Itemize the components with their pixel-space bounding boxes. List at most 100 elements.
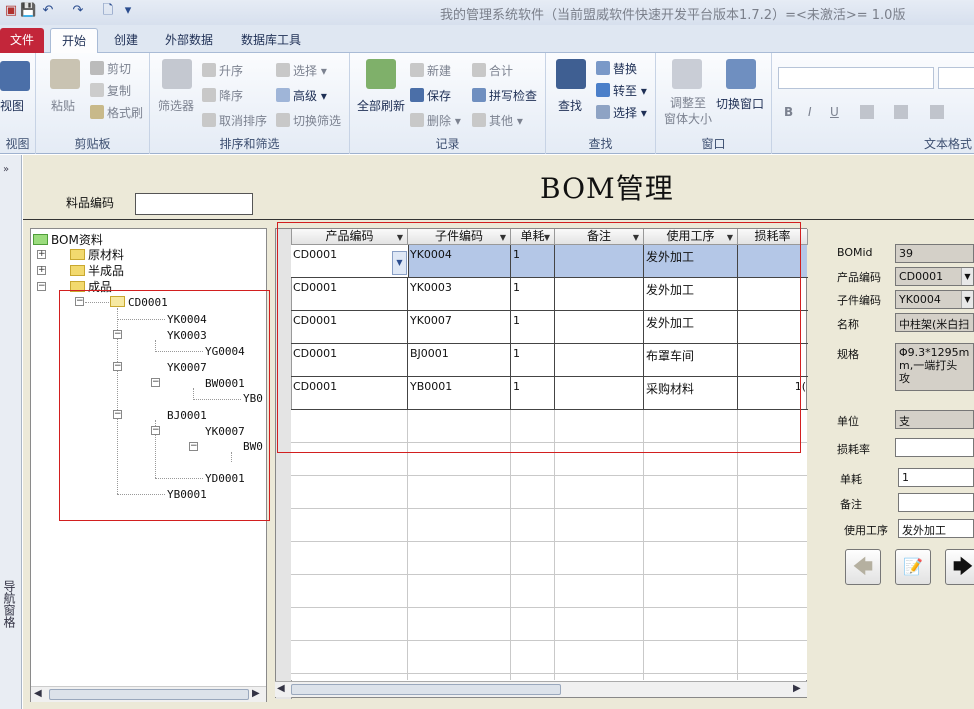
tree-node[interactable]: BW0 [243, 440, 263, 453]
collapse-icon[interactable]: − [151, 378, 160, 387]
tree-node[interactable]: BW0001 [205, 377, 245, 390]
find-button[interactable]: 查找 [558, 97, 582, 114]
view-icon[interactable] [0, 61, 30, 91]
refresh-all-button[interactable]: 全部刷新 [357, 97, 405, 114]
next-record-button[interactable]: 🡆 [945, 549, 974, 585]
more-button[interactable]: 其他 ▾ [472, 112, 523, 129]
delete-record-button[interactable]: 删除 ▾ [410, 112, 461, 129]
selection-button[interactable]: 选择 ▾ [276, 62, 327, 79]
fit-window-button[interactable]: 调整至 窗体大小 [664, 95, 712, 127]
collapse-icon[interactable]: − [113, 410, 122, 419]
collapse-icon[interactable]: − [113, 362, 122, 371]
tab-create[interactable]: 创建 [104, 28, 148, 53]
tab-file[interactable]: 文件 [0, 28, 44, 53]
app-icon[interactable]: ▣ [3, 3, 19, 19]
tree-node[interactable]: CD0001 [110, 296, 168, 309]
material-code-input[interactable] [135, 193, 253, 215]
product-code-combo[interactable]: CD0001 ▼ [895, 267, 974, 286]
collapse-icon[interactable]: − [189, 442, 198, 451]
tree-node[interactable]: BJ0001 [167, 409, 207, 422]
advanced-button[interactable]: 高级 ▾ [276, 87, 327, 104]
tree-connector [155, 351, 203, 352]
cut-button[interactable]: 剪切 [90, 60, 131, 77]
font-name-combo[interactable] [778, 67, 934, 89]
copy-icon [90, 83, 104, 97]
font-color-icon[interactable] [860, 105, 874, 119]
undo-icon[interactable]: ↶ [40, 3, 56, 19]
collapse-icon[interactable]: − [151, 426, 160, 435]
switch-window-button[interactable]: 切换窗口 [716, 95, 764, 112]
bold-button[interactable]: B [784, 105, 793, 119]
tree-node-raw-material[interactable]: 原材料 [70, 246, 124, 263]
view-button[interactable]: 视图 [0, 97, 24, 114]
expand-nav-icon[interactable]: » [3, 164, 9, 175]
tree-node[interactable]: YD0001 [205, 472, 245, 485]
tab-external-data[interactable]: 外部数据 [156, 28, 222, 53]
edit-record-button[interactable]: 📝 [895, 549, 931, 585]
sort-desc-button[interactable]: 降序 [202, 87, 243, 104]
tab-home[interactable]: 开始 [50, 28, 98, 53]
spelling-button[interactable]: 拼写检查 [472, 87, 537, 104]
spec-field[interactable]: Φ9.3*1295m m,一端打头 攻 [895, 343, 974, 391]
totals-button[interactable]: 合计 [472, 62, 513, 79]
scroll-right-icon[interactable]: ▶ [793, 683, 801, 694]
format-painter-button[interactable]: 格式刷 [90, 104, 143, 121]
scrollbar-thumb[interactable] [49, 689, 249, 700]
tab-database-tools[interactable]: 数据库工具 [232, 28, 310, 53]
clear-sort-button[interactable]: 取消排序 [202, 112, 267, 129]
fill-color-icon[interactable] [930, 105, 944, 119]
new-document-icon[interactable]: 🗋 [100, 3, 116, 19]
tree-node[interactable]: YB0001 [167, 488, 207, 501]
filter-button[interactable]: 筛选器 [158, 97, 194, 114]
scroll-left-icon[interactable]: ◀ [277, 683, 285, 694]
paste-button[interactable]: 粘贴 [51, 97, 75, 114]
navigation-pane-collapsed[interactable]: » 导航窗格 [0, 155, 22, 709]
new-record-button[interactable]: 新建 [410, 62, 451, 79]
goto-button[interactable]: 转至 ▾ [596, 82, 647, 99]
save-icon [410, 88, 424, 102]
scroll-right-icon[interactable]: ▶ [252, 688, 260, 699]
process-combo[interactable]: 发外加工 [898, 519, 974, 538]
toggle-filter-button[interactable]: 切换筛选 [276, 112, 341, 129]
chevron-down-icon[interactable]: ▼ [961, 291, 973, 308]
save-icon[interactable]: 💾 [20, 3, 36, 19]
bomid-field[interactable]: 39 [895, 244, 974, 263]
sort-asc-button[interactable]: 升序 [202, 62, 243, 79]
tree-node-semi-finished[interactable]: 半成品 [70, 262, 124, 279]
tree-node[interactable]: YB0 [243, 392, 263, 405]
tree-node[interactable]: YG0004 [205, 345, 245, 358]
underline-button[interactable]: U [830, 105, 839, 119]
tree-horizontal-scrollbar[interactable]: ◀ ▶ [31, 686, 266, 702]
expand-icon[interactable]: + [37, 250, 46, 259]
copy-button[interactable]: 复制 [90, 82, 131, 99]
collapse-icon[interactable]: − [37, 282, 46, 291]
scroll-left-icon[interactable]: ◀ [34, 688, 42, 699]
expand-icon[interactable]: + [37, 266, 46, 275]
select-button[interactable]: 选择 ▾ [596, 104, 647, 121]
scrollbar-thumb[interactable] [291, 684, 561, 695]
note-input[interactable] [898, 493, 974, 512]
previous-record-button[interactable]: 🡄 [845, 549, 881, 585]
name-field[interactable]: 中柱架(米白扫 [895, 313, 974, 332]
redo-icon[interactable]: ↷ [70, 3, 86, 19]
collapse-icon[interactable]: − [75, 297, 84, 306]
tree-node[interactable]: YK0007 [167, 361, 207, 374]
part-code-combo[interactable]: YK0004 ▼ [895, 290, 974, 309]
chevron-down-icon[interactable]: ▼ [961, 268, 973, 285]
highlight-icon[interactable] [894, 105, 908, 119]
collapse-icon[interactable]: − [113, 330, 122, 339]
font-size-combo[interactable] [938, 67, 974, 89]
customize-toolbar-icon[interactable]: ▾ [120, 3, 136, 19]
italic-button[interactable]: I [808, 105, 812, 119]
unit-field[interactable]: 支 [895, 410, 974, 429]
tree-node[interactable]: YK0007 [205, 425, 245, 438]
save-record-button[interactable]: 保存 [410, 87, 451, 104]
tree-node[interactable]: YK0003 [167, 329, 207, 342]
replace-button[interactable]: 替换 [596, 60, 637, 77]
tree-node[interactable]: YK0004 [167, 313, 207, 326]
qty-input[interactable]: 1 [898, 468, 974, 487]
form-title: BOM管理 [540, 172, 674, 205]
group-view: 视图 视图 [0, 53, 36, 154]
loss-rate-input[interactable] [895, 438, 974, 457]
grid-horizontal-scrollbar[interactable]: ◀ ▶ [275, 681, 807, 697]
